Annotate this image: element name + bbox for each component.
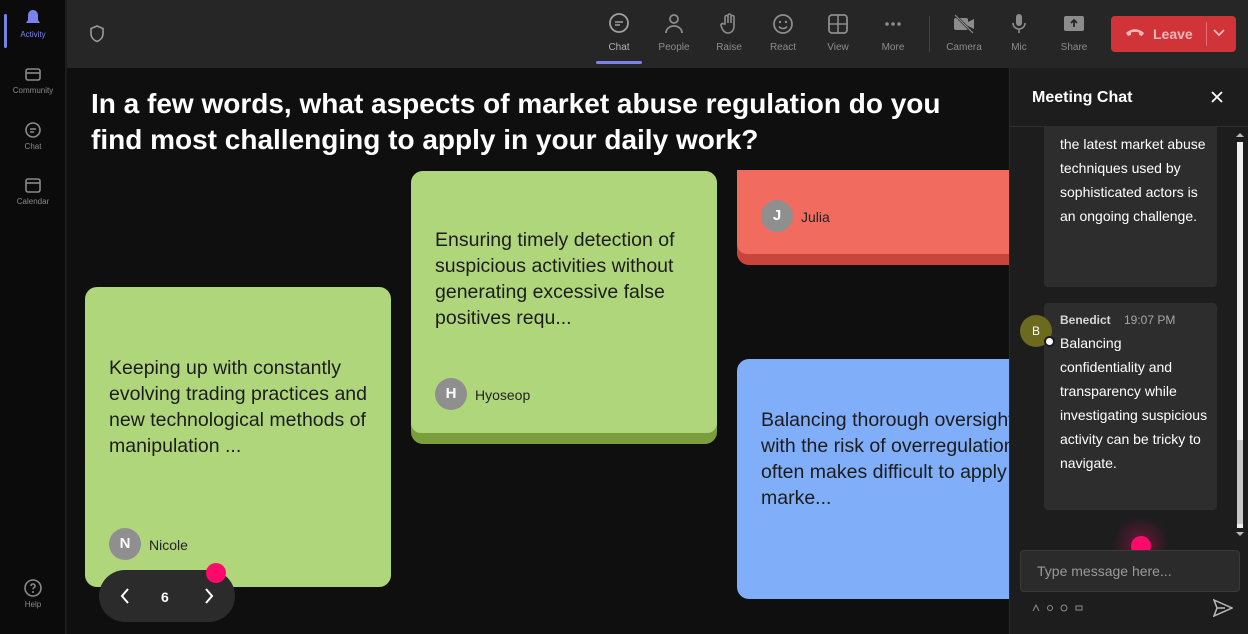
raise-hand-button[interactable]: Raise [704,10,754,62]
send-icon[interactable] [1213,599,1233,617]
response-author: Nicole [149,537,188,553]
rail-item-community[interactable]: Community [0,64,66,114]
presence-status-icon [1044,336,1055,347]
rail-label: Help [24,600,42,609]
help-icon [24,579,42,597]
rail-item-activity[interactable]: Activity [0,8,66,58]
chat-scrollbar[interactable] [1234,130,1246,540]
react-button-label: React [769,42,797,53]
avatar: J [761,200,793,232]
leave-label: Leave [1153,26,1193,42]
share-button-label: Share [1060,42,1088,53]
chat-message: the latest market abuse techniques used … [1044,127,1217,287]
rail-label: Community [12,86,54,95]
avatar: H [435,378,467,410]
response-author: Hyoseop [475,387,531,403]
response-text: Balancing thorough oversight with the ri… [761,409,1009,509]
chat-title: Meeting Chat [1032,89,1133,106]
format-icon[interactable] [1032,603,1040,612]
more-button-label: More [881,42,905,53]
chat-message-input[interactable]: Type message here... [1020,550,1240,592]
react-button[interactable]: React [758,10,808,62]
response-card[interactable]: J Julia [737,170,1009,254]
calendar-icon [25,178,41,193]
smiley-icon [773,14,793,34]
rail-label: Calendar [16,197,50,206]
leave-divider [1206,22,1207,46]
close-icon[interactable] [1210,90,1224,104]
rail-item-calendar[interactable]: Calendar [0,175,66,225]
question-title: In a few words, what aspects of market a… [91,88,941,155]
people-button-label: People [658,42,690,53]
community-icon [25,68,41,81]
grid-icon [828,14,848,34]
people-button[interactable]: People [649,10,699,62]
more-icon [885,22,901,26]
chat-timestamp: 19:07 PM [1124,313,1176,327]
emoji-icon[interactable] [1060,604,1068,612]
chat-format-tools [1032,603,1083,614]
response-text: Ensuring timely detection of suspicious … [435,229,675,329]
hang-up-icon [1126,29,1144,36]
camera-button[interactable]: Camera [939,10,989,62]
rail-label: Chat [24,142,42,151]
hand-icon [720,13,735,34]
chevron-left-icon[interactable] [115,586,135,606]
more-button[interactable]: More [868,10,918,62]
camera-button-label: Camera [946,42,982,53]
toolbar-divider [929,16,930,52]
meeting-chat-panel: Meeting Chat the latest market abuse tec… [1009,68,1248,634]
chat-message: Benedict 19:07 PM Balancing confidential… [1044,303,1217,510]
chevron-down-icon[interactable] [1213,28,1225,38]
bell-icon [26,10,40,23]
camera-off-icon [954,14,974,34]
presentation-stage: In a few words, what aspects of market a… [67,68,1009,634]
mic-icon [1012,14,1026,33]
share-icon [1064,16,1084,31]
response-card[interactable]: Balancing thorough oversight with the ri… [737,359,1009,599]
scroll-down-icon[interactable] [1235,529,1245,539]
app-rail: Activity Community Chat Calendar Help [0,0,66,634]
chat-message-text: the latest market abuse techniques used … [1060,136,1206,224]
shield-icon[interactable] [87,24,107,44]
scroll-up-icon[interactable] [1235,130,1245,140]
view-button-label: View [827,42,849,53]
rail-item-chat[interactable]: Chat [0,120,66,170]
raise-button-label: Raise [716,42,742,53]
avatar: N [109,528,141,560]
rail-label: Activity [20,30,46,39]
people-icon [665,14,683,34]
page-number: 6 [161,589,169,605]
cursor-marker [206,563,226,583]
chat-icon [609,13,629,33]
gif-icon[interactable] [1075,604,1083,612]
attach-icon[interactable] [1046,604,1054,612]
leave-button[interactable]: Leave [1111,16,1236,52]
response-text: Keeping up with constantly evolving trad… [109,357,367,457]
chat-button[interactable]: Chat [594,10,644,64]
response-card[interactable]: Ensuring timely detection of suspicious … [411,171,717,433]
scroll-thumb[interactable] [1237,440,1243,524]
response-author: Julia [801,209,830,225]
response-card[interactable]: Keeping up with constantly evolving trad… [85,287,391,587]
mic-button[interactable]: Mic [994,10,1044,62]
mic-button-label: Mic [1011,42,1027,53]
rail-item-help[interactable]: Help [0,578,66,628]
share-button[interactable]: Share [1049,10,1099,62]
chat-author: Benedict [1060,313,1111,327]
chat-button-label: Chat [608,42,630,53]
chat-icon [25,122,41,138]
chevron-right-icon[interactable] [199,586,219,606]
chat-message-text: Balancing confidentiality and transparen… [1060,335,1208,471]
meeting-toolbar: Chat People Raise React View More Camera… [67,0,1248,68]
view-button[interactable]: View [813,10,863,62]
